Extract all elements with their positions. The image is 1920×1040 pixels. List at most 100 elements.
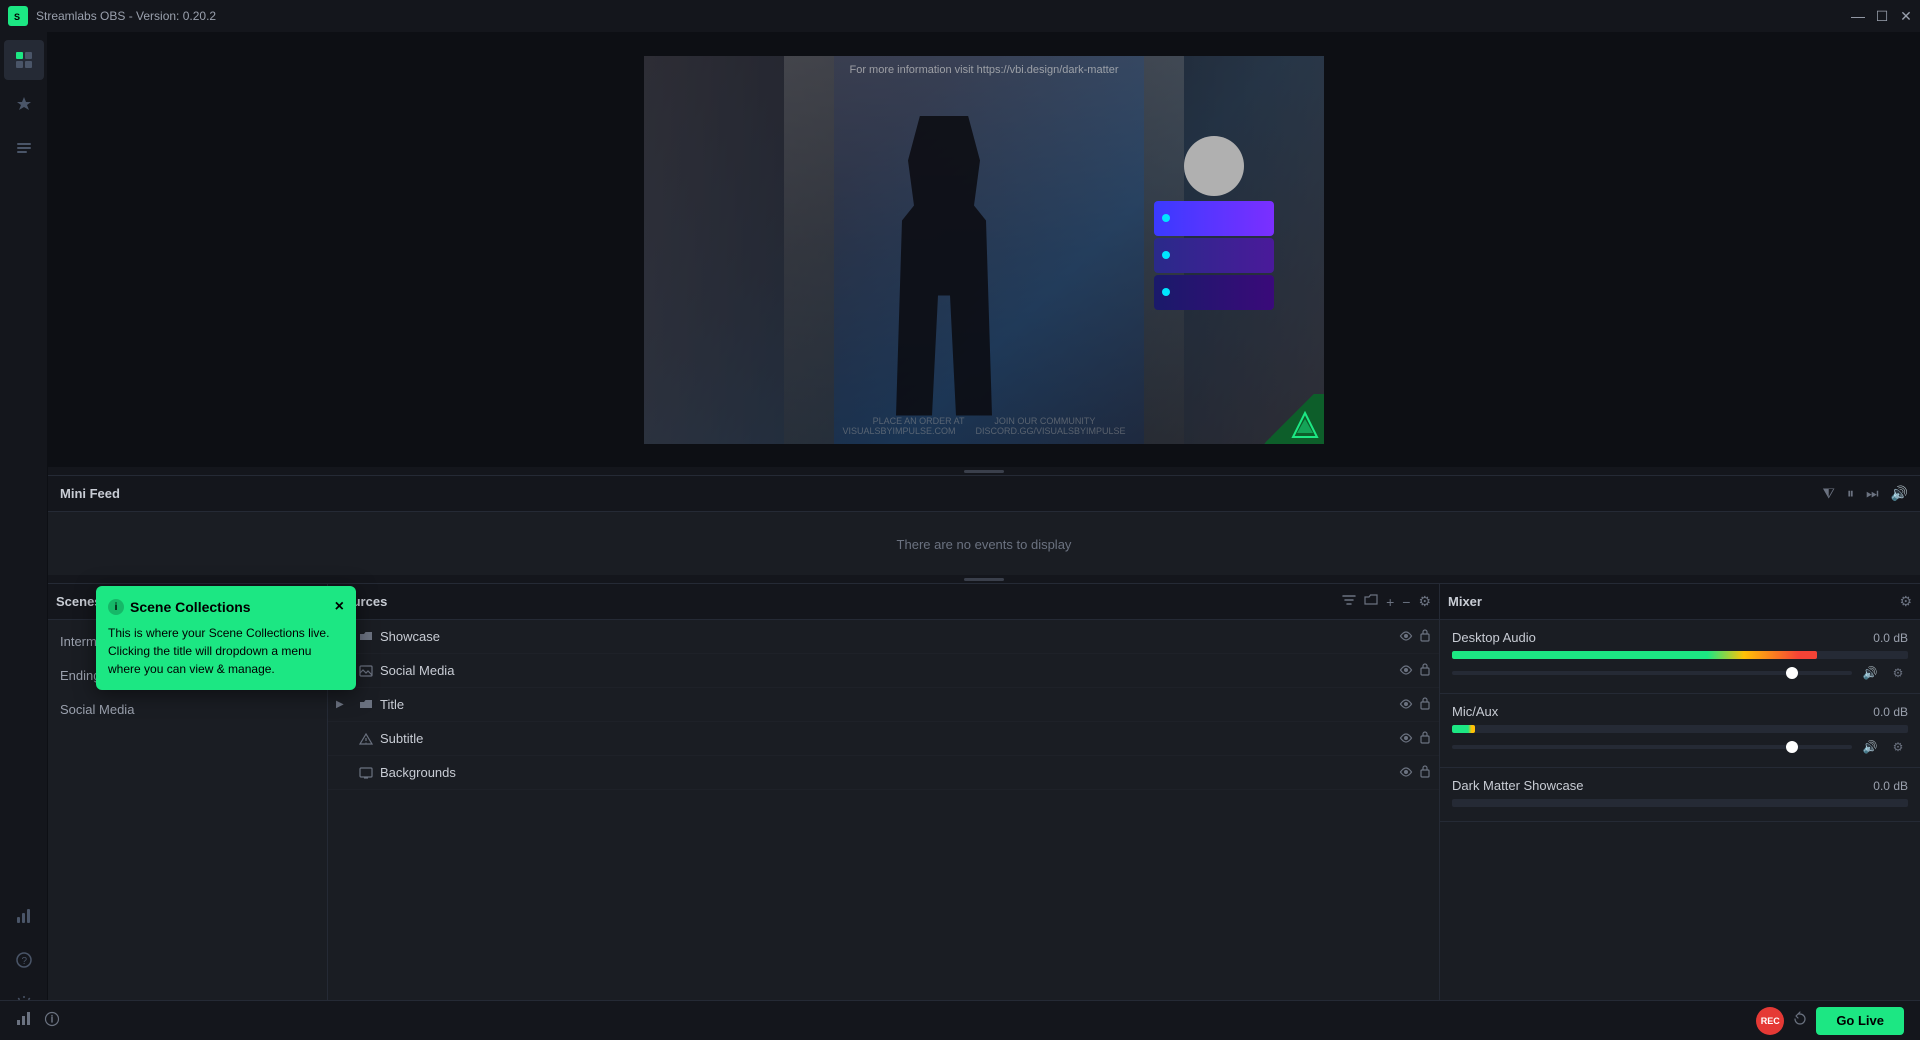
- source-item-social-media[interactable]: Social Media: [328, 654, 1439, 688]
- avatar-bar-3: [1154, 275, 1274, 310]
- tooltip-title-row: i Scene Collections: [108, 599, 251, 615]
- sources-folder-icon[interactable]: [1364, 593, 1378, 610]
- titlebar-title: Streamlabs OBS - Version: 0.20.2: [36, 9, 216, 23]
- bottom-bar: REC Go Live: [0, 1000, 1920, 1040]
- source-actions-social: [1399, 662, 1431, 679]
- source-item-backgrounds[interactable]: Backgrounds: [328, 756, 1439, 790]
- minimize-button[interactable]: —: [1852, 10, 1864, 22]
- source-visibility-icon[interactable]: [1399, 628, 1413, 645]
- source-lock-title-icon[interactable]: [1419, 696, 1431, 713]
- sources-settings-button[interactable]: ⚙: [1418, 593, 1431, 610]
- left-sidebar: ?: [0, 32, 48, 1040]
- source-item-showcase[interactable]: ▶ Showcase: [328, 620, 1439, 654]
- mixer-title: Mixer: [1448, 594, 1482, 609]
- mini-feed-title: Mini Feed: [60, 486, 120, 501]
- mini-feed-empty-text: There are no events to display: [897, 537, 1072, 552]
- mixer-bar-dark-matter: [1452, 799, 1908, 807]
- scenes-panel: i Scene Collections × This is where your…: [48, 584, 328, 1040]
- source-name-title: Title: [380, 697, 1393, 712]
- rec-label: REC: [1761, 1016, 1780, 1026]
- sidebar-item-help[interactable]: ?: [4, 940, 44, 980]
- mixer-mute-mic-button[interactable]: 🔊: [1860, 737, 1880, 757]
- drag-handle-top[interactable]: [48, 467, 1920, 475]
- svg-text:S: S: [14, 12, 20, 22]
- scene-item-social-media[interactable]: Social Media: [48, 692, 327, 726]
- go-live-button[interactable]: Go Live: [1816, 1007, 1904, 1035]
- replay-icon[interactable]: [1792, 1011, 1808, 1030]
- bottom-left: [16, 1011, 60, 1030]
- source-visibility-backgrounds-icon[interactable]: [1399, 764, 1413, 781]
- sidebar-item-studio[interactable]: [4, 40, 44, 80]
- mixer-channel-mic: Mic/Aux 0.0 dB 🔊 ⚙: [1440, 694, 1920, 768]
- record-button[interactable]: REC: [1756, 1007, 1784, 1035]
- maximize-button[interactable]: ☐: [1876, 10, 1888, 22]
- mixer-vol-thumb-desktop: [1786, 667, 1798, 679]
- mini-feed-section: Mini Feed ⧨ ⏸ ⏭ 🔊 There are no events to…: [48, 475, 1920, 575]
- mini-feed-filter-icon[interactable]: ⧨: [1822, 485, 1835, 502]
- mini-feed-skip-icon[interactable]: ⏭: [1866, 485, 1879, 502]
- stats-icon[interactable]: [16, 1011, 32, 1030]
- scene-item-social-media-label: Social Media: [60, 702, 134, 717]
- source-visibility-subtitle-icon[interactable]: [1399, 730, 1413, 747]
- tooltip-close-button[interactable]: ×: [335, 598, 344, 616]
- mixer-bar-desktop-fill: [1452, 651, 1817, 659]
- mixer-channel-desktop-name: Desktop Audio: [1452, 630, 1536, 645]
- preview-corner-logo: [1254, 394, 1324, 444]
- mixer-settings-mic-button[interactable]: ⚙: [1888, 737, 1908, 757]
- avatar-dot-1: [1162, 214, 1170, 222]
- avatar-dot-2: [1162, 251, 1170, 259]
- avatar-circle: [1184, 136, 1244, 196]
- drag-handle-bar-2: [964, 578, 1004, 581]
- avatar-dot-3: [1162, 288, 1170, 296]
- drag-handle-bar: [964, 470, 1004, 473]
- preview-overlay-card: [1134, 136, 1294, 312]
- sources-filter-icon[interactable]: [1342, 593, 1356, 610]
- sources-controls: + − ⚙: [1342, 593, 1431, 610]
- mixer-channel-desktop: Desktop Audio 0.0 dB 🔊 ⚙: [1440, 620, 1920, 694]
- close-button[interactable]: ✕: [1900, 10, 1912, 22]
- mixer-settings-button[interactable]: ⚙: [1899, 593, 1912, 610]
- source-actions-showcase: [1399, 628, 1431, 645]
- sidebar-item-stats[interactable]: [4, 896, 44, 936]
- info-icon[interactable]: [44, 1011, 60, 1030]
- avatar-bar-1: [1154, 201, 1274, 236]
- mixer-controls-desktop: 🔊 ⚙: [1452, 663, 1908, 683]
- source-item-subtitle[interactable]: Subtitle: [328, 722, 1439, 756]
- source-lock-backgrounds-icon[interactable]: [1419, 764, 1431, 781]
- mixer-channel-dark-matter: Dark Matter Showcase 0.0 dB: [1440, 768, 1920, 822]
- mixer-vol-slider-desktop[interactable]: [1452, 671, 1852, 675]
- mixer-settings-desktop-button[interactable]: ⚙: [1888, 663, 1908, 683]
- mini-feed-pause-icon[interactable]: ⏸: [1847, 485, 1854, 502]
- sidebar-item-sources[interactable]: [4, 128, 44, 168]
- content-area: For more information visit https://vbi.d…: [48, 32, 1920, 1040]
- source-folder-icon: [358, 629, 374, 645]
- sources-panel: Sources + − ⚙ ▶: [328, 584, 1440, 1040]
- source-expand-title[interactable]: ▶: [336, 699, 352, 710]
- scene-collections-tooltip: i Scene Collections × This is where your…: [96, 586, 356, 690]
- svg-text:?: ?: [21, 956, 27, 967]
- preview-image: For more information visit https://vbi.d…: [644, 56, 1324, 444]
- source-lock-subtitle-icon[interactable]: [1419, 730, 1431, 747]
- sources-remove-button[interactable]: −: [1402, 594, 1410, 610]
- source-visibility-title-icon[interactable]: [1399, 696, 1413, 713]
- sources-add-button[interactable]: +: [1386, 594, 1394, 610]
- source-actions-title: [1399, 696, 1431, 713]
- tooltip-text: This is where your Scene Collections liv…: [108, 624, 344, 678]
- preview-url-text: For more information visit https://vbi.d…: [644, 64, 1324, 76]
- tooltip-title: Scene Collections: [130, 599, 251, 615]
- mixer-vol-slider-mic[interactable]: [1452, 745, 1852, 749]
- mixer-channel-dark-matter-name: Dark Matter Showcase: [1452, 778, 1584, 793]
- sidebar-item-themes[interactable]: [4, 84, 44, 124]
- source-lock-social-icon[interactable]: [1419, 662, 1431, 679]
- source-name-showcase: Showcase: [380, 629, 1393, 644]
- source-lock-icon[interactable]: [1419, 628, 1431, 645]
- tooltip-header: i Scene Collections ×: [108, 598, 344, 616]
- tooltip-info-icon: i: [108, 599, 124, 615]
- mini-feed-volume-icon[interactable]: 🔊: [1891, 485, 1908, 502]
- source-item-title[interactable]: ▶ Title: [328, 688, 1439, 722]
- source-folder-title-icon: [358, 697, 374, 713]
- source-actions-subtitle: [1399, 730, 1431, 747]
- mixer-mute-desktop-button[interactable]: 🔊: [1860, 663, 1880, 683]
- drag-handle-bottom[interactable]: [48, 575, 1920, 583]
- source-visibility-social-icon[interactable]: [1399, 662, 1413, 679]
